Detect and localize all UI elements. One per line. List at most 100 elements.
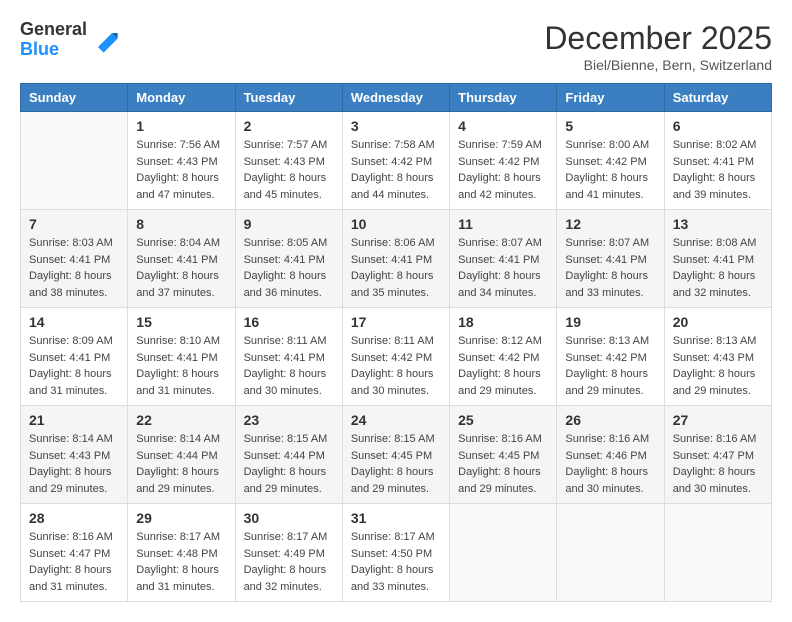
cell-sun-info: Sunrise: 8:16 AMSunset: 4:46 PMDaylight:… bbox=[565, 431, 655, 497]
day-number: 20 bbox=[673, 314, 763, 330]
day-number: 7 bbox=[29, 216, 119, 232]
day-of-week-header: Tuesday bbox=[235, 84, 342, 112]
cell-sun-info: Sunrise: 8:17 AMSunset: 4:50 PMDaylight:… bbox=[351, 529, 441, 595]
calendar-cell: 2 Sunrise: 7:57 AMSunset: 4:43 PMDaylight… bbox=[235, 112, 342, 210]
cell-sun-info: Sunrise: 8:08 AMSunset: 4:41 PMDaylight:… bbox=[673, 235, 763, 301]
calendar-week-row: 7 Sunrise: 8:03 AMSunset: 4:41 PMDaylight… bbox=[21, 210, 772, 308]
day-number: 4 bbox=[458, 118, 548, 134]
title-block: December 2025 Biel/Bienne, Bern, Switzer… bbox=[544, 20, 772, 73]
calendar-cell: 24 Sunrise: 8:15 AMSunset: 4:45 PMDayligh… bbox=[342, 406, 449, 504]
day-number: 1 bbox=[136, 118, 226, 134]
cell-sun-info: Sunrise: 8:05 AMSunset: 4:41 PMDaylight:… bbox=[244, 235, 334, 301]
cell-sun-info: Sunrise: 8:11 AMSunset: 4:41 PMDaylight:… bbox=[244, 333, 334, 399]
day-number: 30 bbox=[244, 510, 334, 526]
cell-sun-info: Sunrise: 8:16 AMSunset: 4:47 PMDaylight:… bbox=[673, 431, 763, 497]
calendar-cell: 16 Sunrise: 8:11 AMSunset: 4:41 PMDayligh… bbox=[235, 308, 342, 406]
location-subtitle: Biel/Bienne, Bern, Switzerland bbox=[544, 57, 772, 73]
calendar-cell: 29Sunrise: 8:17 AMSunset: 4:48 PMDayligh… bbox=[128, 504, 235, 602]
calendar-cell bbox=[557, 504, 664, 602]
cell-sun-info: Sunrise: 8:03 AMSunset: 4:41 PMDaylight:… bbox=[29, 235, 119, 301]
cell-sun-info: Sunrise: 8:07 AMSunset: 4:41 PMDaylight:… bbox=[565, 235, 655, 301]
cell-sun-info: Sunrise: 8:13 AMSunset: 4:43 PMDaylight:… bbox=[673, 333, 763, 399]
cell-sun-info: Sunrise: 7:59 AMSunset: 4:42 PMDaylight:… bbox=[458, 137, 548, 203]
day-number: 17 bbox=[351, 314, 441, 330]
calendar-cell: 5Sunrise: 8:00 AMSunset: 4:42 PMDaylight… bbox=[557, 112, 664, 210]
calendar-cell: 18 Sunrise: 8:12 AMSunset: 4:42 PMDayligh… bbox=[450, 308, 557, 406]
cell-sun-info: Sunrise: 7:57 AMSunset: 4:43 PMDaylight:… bbox=[244, 137, 334, 203]
day-of-week-header: Saturday bbox=[664, 84, 771, 112]
cell-sun-info: Sunrise: 8:16 AMSunset: 4:45 PMDaylight:… bbox=[458, 431, 548, 497]
day-number: 18 bbox=[458, 314, 548, 330]
day-number: 2 bbox=[244, 118, 334, 134]
logo: General Blue bbox=[20, 20, 119, 60]
calendar-cell: 10 Sunrise: 8:06 AMSunset: 4:41 PMDayligh… bbox=[342, 210, 449, 308]
cell-sun-info: Sunrise: 8:00 AMSunset: 4:42 PMDaylight:… bbox=[565, 137, 655, 203]
cell-sun-info: Sunrise: 8:11 AMSunset: 4:42 PMDaylight:… bbox=[351, 333, 441, 399]
cell-sun-info: Sunrise: 8:04 AMSunset: 4:41 PMDaylight:… bbox=[136, 235, 226, 301]
cell-sun-info: Sunrise: 8:14 AMSunset: 4:44 PMDaylight:… bbox=[136, 431, 226, 497]
day-number: 26 bbox=[565, 412, 655, 428]
page-header: General Blue December 2025 Biel/Bienne, … bbox=[20, 20, 772, 73]
calendar-cell: 1 Sunrise: 7:56 AMSunset: 4:43 PMDaylight… bbox=[128, 112, 235, 210]
calendar-cell: 23 Sunrise: 8:15 AMSunset: 4:44 PMDayligh… bbox=[235, 406, 342, 504]
cell-sun-info: Sunrise: 8:15 AMSunset: 4:45 PMDaylight:… bbox=[351, 431, 441, 497]
day-number: 31 bbox=[351, 510, 441, 526]
calendar-cell: 26 Sunrise: 8:16 AMSunset: 4:46 PMDayligh… bbox=[557, 406, 664, 504]
cell-sun-info: Sunrise: 8:15 AMSunset: 4:44 PMDaylight:… bbox=[244, 431, 334, 497]
calendar-cell: 19Sunrise: 8:13 AMSunset: 4:42 PMDayligh… bbox=[557, 308, 664, 406]
cell-sun-info: Sunrise: 8:16 AMSunset: 4:47 PMDaylight:… bbox=[29, 529, 119, 595]
calendar-cell: 13 Sunrise: 8:08 AMSunset: 4:41 PMDayligh… bbox=[664, 210, 771, 308]
logo-icon bbox=[91, 26, 119, 54]
calendar-cell: 12 Sunrise: 8:07 AMSunset: 4:41 PMDayligh… bbox=[557, 210, 664, 308]
calendar-week-row: 21Sunrise: 8:14 AMSunset: 4:43 PMDayligh… bbox=[21, 406, 772, 504]
calendar-cell: 22 Sunrise: 8:14 AMSunset: 4:44 PMDayligh… bbox=[128, 406, 235, 504]
calendar-week-row: 14Sunrise: 8:09 AMSunset: 4:41 PMDayligh… bbox=[21, 308, 772, 406]
day-number: 8 bbox=[136, 216, 226, 232]
calendar-cell: 8 Sunrise: 8:04 AMSunset: 4:41 PMDaylight… bbox=[128, 210, 235, 308]
cell-sun-info: Sunrise: 7:58 AMSunset: 4:42 PMDaylight:… bbox=[351, 137, 441, 203]
month-title: December 2025 bbox=[544, 20, 772, 57]
cell-sun-info: Sunrise: 8:02 AMSunset: 4:41 PMDaylight:… bbox=[673, 137, 763, 203]
day-number: 3 bbox=[351, 118, 441, 134]
calendar-cell bbox=[664, 504, 771, 602]
day-of-week-header: Monday bbox=[128, 84, 235, 112]
day-number: 27 bbox=[673, 412, 763, 428]
cell-sun-info: Sunrise: 8:17 AMSunset: 4:48 PMDaylight:… bbox=[136, 529, 226, 595]
day-number: 13 bbox=[673, 216, 763, 232]
calendar-cell: 4 Sunrise: 7:59 AMSunset: 4:42 PMDaylight… bbox=[450, 112, 557, 210]
calendar-cell: 27 Sunrise: 8:16 AMSunset: 4:47 PMDayligh… bbox=[664, 406, 771, 504]
day-number: 24 bbox=[351, 412, 441, 428]
day-number: 22 bbox=[136, 412, 226, 428]
calendar-cell: 11Sunrise: 8:07 AMSunset: 4:41 PMDayligh… bbox=[450, 210, 557, 308]
day-number: 15 bbox=[136, 314, 226, 330]
calendar-table: SundayMondayTuesdayWednesdayThursdayFrid… bbox=[20, 83, 772, 602]
day-number: 10 bbox=[351, 216, 441, 232]
cell-sun-info: Sunrise: 8:12 AMSunset: 4:42 PMDaylight:… bbox=[458, 333, 548, 399]
day-number: 12 bbox=[565, 216, 655, 232]
calendar-cell: 14Sunrise: 8:09 AMSunset: 4:41 PMDayligh… bbox=[21, 308, 128, 406]
cell-sun-info: Sunrise: 8:13 AMSunset: 4:42 PMDaylight:… bbox=[565, 333, 655, 399]
calendar-cell: 9 Sunrise: 8:05 AMSunset: 4:41 PMDaylight… bbox=[235, 210, 342, 308]
day-number: 16 bbox=[244, 314, 334, 330]
day-number: 6 bbox=[673, 118, 763, 134]
calendar-cell: 15Sunrise: 8:10 AMSunset: 4:41 PMDayligh… bbox=[128, 308, 235, 406]
cell-sun-info: Sunrise: 8:14 AMSunset: 4:43 PMDaylight:… bbox=[29, 431, 119, 497]
day-number: 23 bbox=[244, 412, 334, 428]
day-number: 14 bbox=[29, 314, 119, 330]
logo-blue-text: Blue bbox=[20, 40, 87, 60]
cell-sun-info: Sunrise: 7:56 AMSunset: 4:43 PMDaylight:… bbox=[136, 137, 226, 203]
calendar-cell: 6 Sunrise: 8:02 AMSunset: 4:41 PMDaylight… bbox=[664, 112, 771, 210]
calendar-cell: 30Sunrise: 8:17 AMSunset: 4:49 PMDayligh… bbox=[235, 504, 342, 602]
calendar-cell: 28Sunrise: 8:16 AMSunset: 4:47 PMDayligh… bbox=[21, 504, 128, 602]
cell-sun-info: Sunrise: 8:06 AMSunset: 4:41 PMDaylight:… bbox=[351, 235, 441, 301]
day-of-week-header: Wednesday bbox=[342, 84, 449, 112]
cell-sun-info: Sunrise: 8:07 AMSunset: 4:41 PMDaylight:… bbox=[458, 235, 548, 301]
calendar-cell bbox=[450, 504, 557, 602]
calendar-cell: 25Sunrise: 8:16 AMSunset: 4:45 PMDayligh… bbox=[450, 406, 557, 504]
calendar-cell: 3 Sunrise: 7:58 AMSunset: 4:42 PMDaylight… bbox=[342, 112, 449, 210]
day-number: 9 bbox=[244, 216, 334, 232]
calendar-cell: 21Sunrise: 8:14 AMSunset: 4:43 PMDayligh… bbox=[21, 406, 128, 504]
day-of-week-header: Friday bbox=[557, 84, 664, 112]
calendar-cell: 7 Sunrise: 8:03 AMSunset: 4:41 PMDaylight… bbox=[21, 210, 128, 308]
calendar-cell: 20 Sunrise: 8:13 AMSunset: 4:43 PMDayligh… bbox=[664, 308, 771, 406]
